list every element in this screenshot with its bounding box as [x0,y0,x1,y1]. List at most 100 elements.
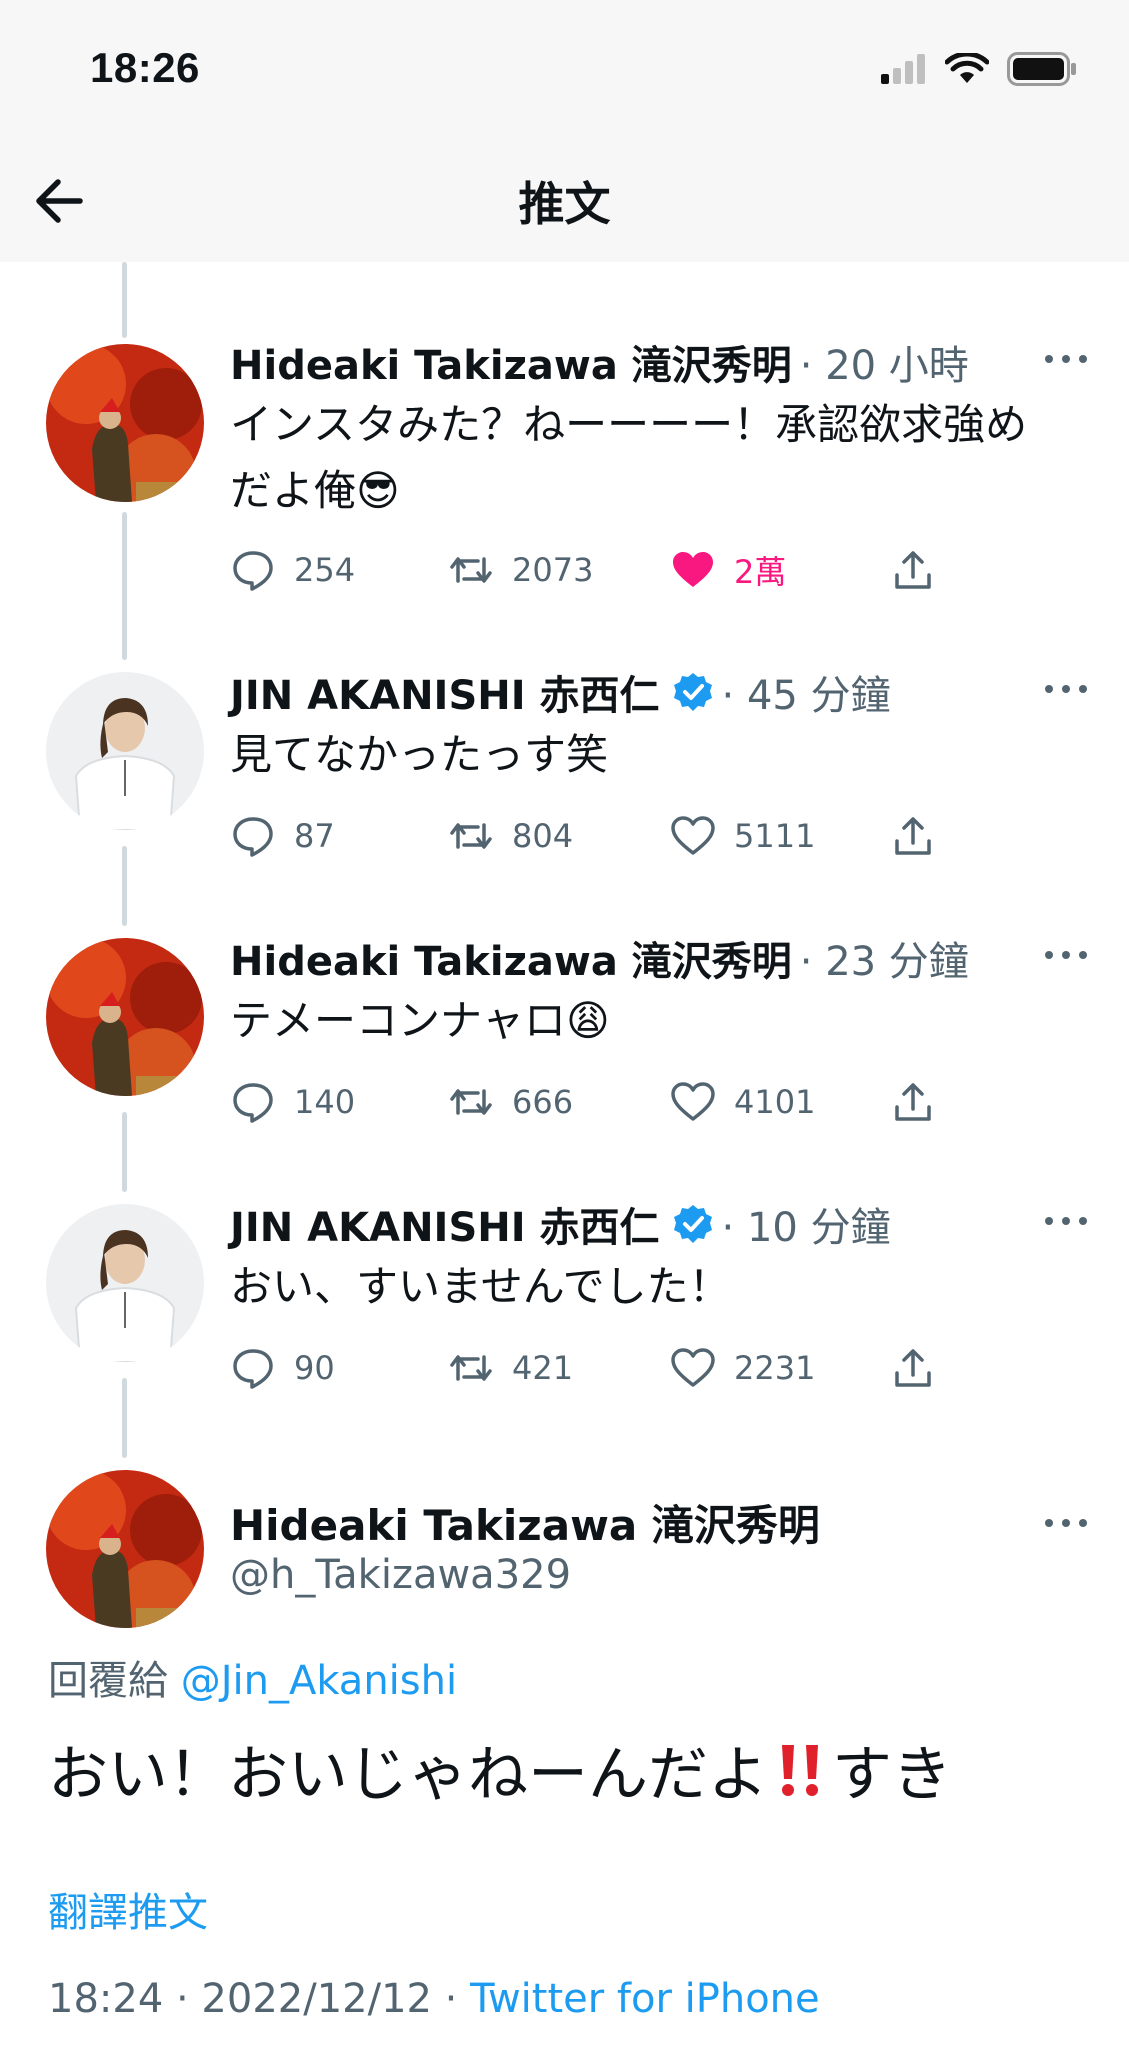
heart-icon [671,1348,715,1387]
retweet-count: 2073 [512,551,594,589]
more-button[interactable] [1041,344,1091,374]
reply-count: 140 [294,1083,356,1121]
page-title: 推文 [518,177,611,231]
timestamp-text: 18:24 · 2022/12/12 · [48,1976,458,2022]
tweet-time: · 20 小時 [799,343,969,389]
retweet-button[interactable]: 666 [448,1072,573,1132]
share-icon [895,1349,931,1387]
tweet-header: Hideaki Takizawa 滝沢秀明 · 23 分鐘 [230,930,1069,986]
more-button[interactable] [1041,940,1091,970]
like-button[interactable]: 4101 [670,1072,815,1132]
author-name[interactable]: JIN AKANISHI 赤西仁 [230,1195,660,1253]
tweet[interactable]: JIN AKANISHI 赤西仁 · 10 分鐘 おい、すいませんでした！ 90… [0,1196,1129,1446]
more-dots-icon [1045,355,1087,363]
more-button[interactable] [1041,1508,1091,1538]
heart-icon [673,552,713,587]
retweet-icon [450,1355,492,1381]
share-button[interactable] [890,540,936,600]
status-time: 18:26 [90,44,200,91]
double-exclamation-icon [782,1744,818,1796]
reply-count: 87 [294,817,335,855]
reply-button[interactable]: 90 [230,1338,335,1398]
share-button[interactable] [890,1338,936,1398]
main-author-name[interactable]: Hideaki Takizawa 滝沢秀明 [230,1492,820,1553]
reply-button[interactable]: 140 [230,1072,355,1132]
tweet-header: Hideaki Takizawa 滝沢秀明 · 20 小時 [230,334,1069,390]
more-dots-icon [1045,951,1087,959]
avatar-image-akanishi [46,1204,204,1362]
avatar[interactable] [46,672,204,830]
author-name[interactable]: Hideaki Takizawa 滝沢秀明 [230,929,792,987]
avatar[interactable] [46,344,204,502]
share-button[interactable] [890,806,936,866]
tweet-source-link[interactable]: Twitter for iPhone [470,1976,820,2022]
speech-bubble-icon [233,1083,273,1123]
share-button[interactable] [890,1072,936,1132]
main-text-part: すき [832,1740,952,1810]
avatar[interactable] [46,1204,204,1362]
author-name[interactable]: Hideaki Takizawa 滝沢秀明 [230,333,792,391]
like-count: 2231 [734,1349,816,1387]
share-icon [895,551,931,589]
author-name[interactable]: JIN AKANISHI 赤西仁 [230,663,660,721]
like-button[interactable]: 2萬 [670,540,786,600]
retweet-count: 804 [512,817,574,855]
verified-badge-icon [673,673,712,711]
avatar-image-takizawa [46,938,204,1096]
retweet-icon [450,1089,492,1115]
retweet-button[interactable]: 804 [448,806,573,866]
avatar[interactable] [46,938,204,1096]
tweet-header: JIN AKANISHI 赤西仁 · 45 分鐘 [230,664,1069,720]
speech-bubble-icon [233,551,273,591]
tweet[interactable]: JIN AKANISHI 赤西仁 · 45 分鐘 見てなかったっす笑 87 80… [0,664,1129,914]
main-tweet-text: おい！おいじゃねーんだよ すき [48,1726,952,1813]
retweet-count: 421 [512,1349,574,1387]
verified-badge-icon [673,1205,712,1243]
replying-to: 回覆給 @Jin_Akanishi [48,1648,457,1706]
translate-tweet-link[interactable]: 翻譯推文 [48,1880,208,1938]
more-dots-icon [1045,1519,1087,1527]
speech-bubble-icon [233,817,273,857]
more-button[interactable] [1041,1206,1091,1236]
reply-button[interactable]: 254 [230,540,355,600]
like-count: 2萬 [734,553,787,591]
like-button[interactable]: 5111 [670,806,815,866]
more-button[interactable] [1041,674,1091,704]
avatar-image-akanishi [46,672,204,830]
reply-count: 254 [294,551,356,589]
tweet-time: · 45 分鐘 [721,673,891,719]
tweet-text: 見てなかったっす笑 [230,730,609,779]
thread-connector [122,262,127,338]
cellular-signal-icon [881,54,925,84]
reply-mention-link[interactable]: @Jin_Akanishi [181,1658,457,1704]
avatar[interactable] [46,1470,204,1628]
tweet-time: · 23 分鐘 [799,939,969,985]
tweet-actions: 87 804 5111 [230,806,950,866]
tweet-text: おい、すいませんでした！ [230,1262,731,1311]
tweet-actions: 254 2073 2萬 [230,540,950,600]
reply-button[interactable]: 87 [230,806,335,866]
retweet-count: 666 [512,1083,574,1121]
battery-icon [1007,52,1076,86]
reply-prefix: 回覆給 [48,1658,168,1704]
speech-bubble-icon [233,1349,273,1389]
more-dots-icon [1045,1217,1087,1225]
tweet-timestamp: 18:24 · 2022/12/12 · Twitter for iPhone [48,1976,820,2022]
nav-header: 推文 [0,140,1129,262]
tweet-time: · 10 分鐘 [721,1205,891,1251]
heart-icon [671,1082,715,1121]
retweet-icon [450,557,492,583]
like-button[interactable]: 2231 [670,1338,815,1398]
reply-count: 90 [294,1349,335,1387]
retweet-icon [450,823,492,849]
avatar-image-takizawa [46,1470,204,1628]
main-author-handle[interactable]: @h_Takizawa329 [230,1552,571,1598]
tweet-actions: 90 421 2231 [230,1338,950,1398]
tweet-header: JIN AKANISHI 赤西仁 · 10 分鐘 [230,1196,1069,1252]
tweet-actions: 140 666 4101 [230,1072,950,1132]
retweet-button[interactable]: 2073 [448,540,593,600]
status-icons [881,52,1077,86]
retweet-button[interactable]: 421 [448,1338,573,1398]
tweet[interactable]: Hideaki Takizawa 滝沢秀明 · 20 小時 インスタみた？ねーー… [0,334,1129,644]
tweet[interactable]: Hideaki Takizawa 滝沢秀明 · 23 分鐘 テメーコンナャロ😩 … [0,930,1129,1180]
